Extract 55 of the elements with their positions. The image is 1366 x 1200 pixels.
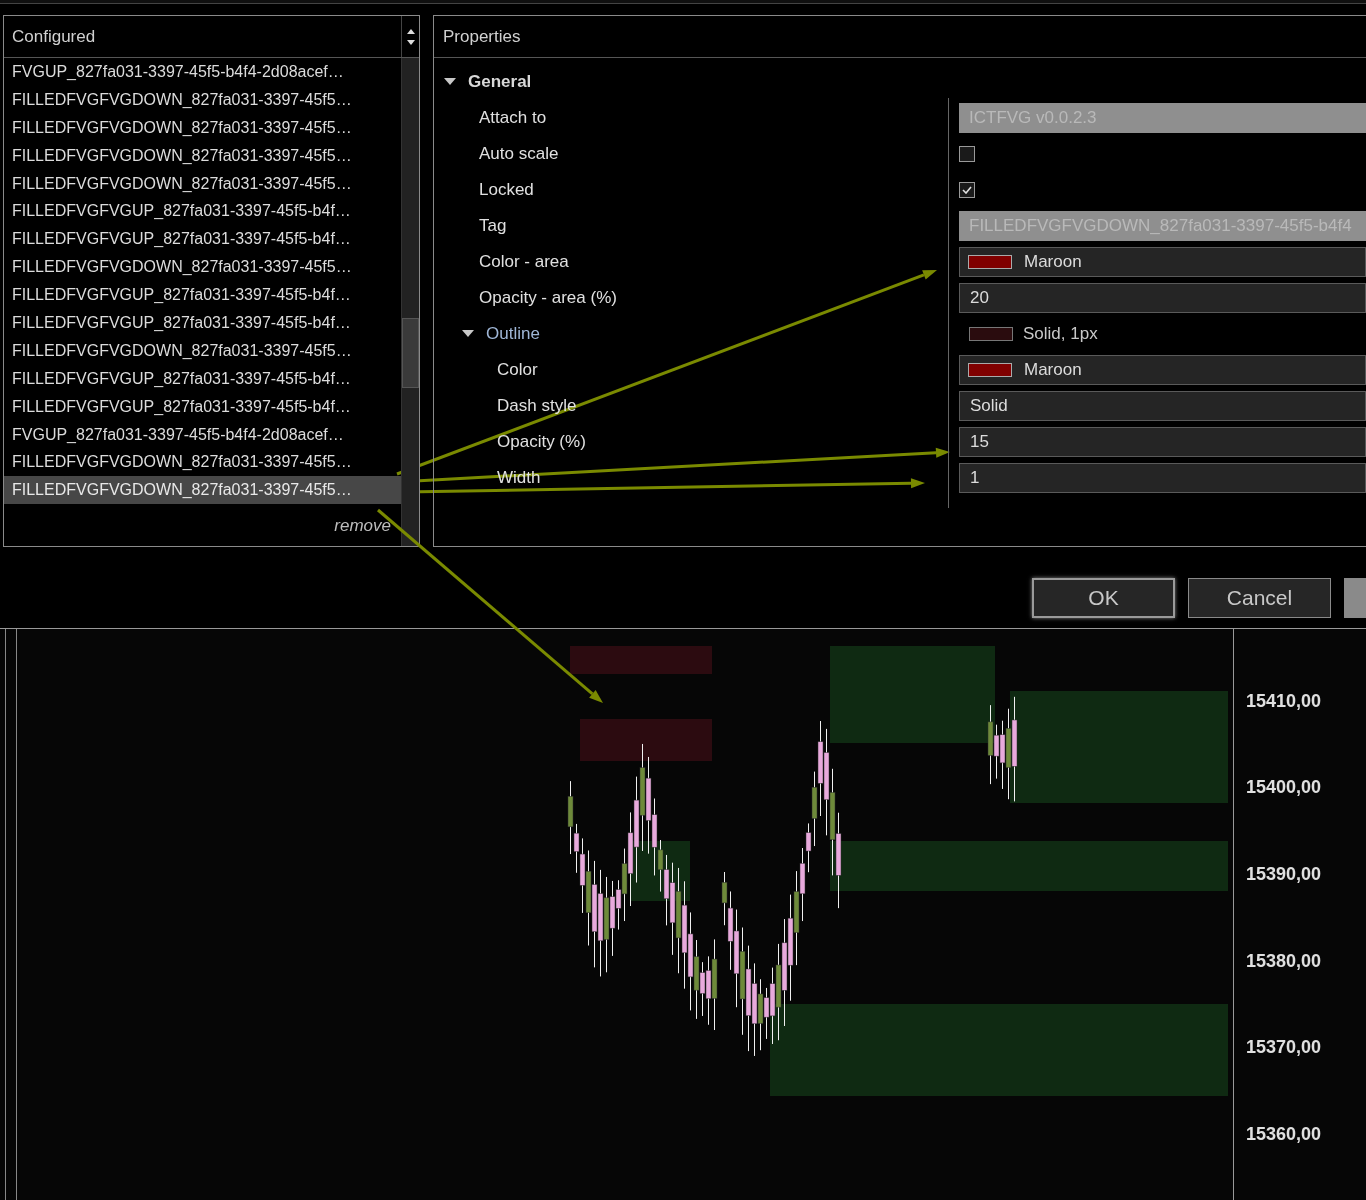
list-item[interactable]: FILLEDFVGFVGDOWN_827fa031-3397-45f5… xyxy=(4,169,401,198)
color-name: Maroon xyxy=(1024,359,1082,382)
dialog-button[interactable]: Cancel xyxy=(1188,578,1331,618)
list-item[interactable]: FILLEDFVGFVGDOWN_827fa031-3397-45f5… xyxy=(4,253,401,282)
list-item[interactable]: FILLEDFVGFVGDOWN_827fa031-3397-45f5… xyxy=(4,85,401,114)
value-field[interactable]: 20 xyxy=(959,283,1366,313)
list-item[interactable]: FVGUP_827fa031-3397-45f5-b4f4-2d08acef… xyxy=(4,58,401,86)
price-label: 15380,00 xyxy=(1246,949,1323,973)
price-label: 15370,00 xyxy=(1246,1036,1323,1060)
scroll-up-icon[interactable] xyxy=(406,28,415,34)
list-item[interactable]: FILLEDFVGFVGDOWN_827fa031-3397-45f5… xyxy=(4,336,401,365)
list-item[interactable]: FILLEDFVGFVGUP_827fa031-3397-45f5-b4f… xyxy=(4,281,401,309)
list-item[interactable]: FILLEDFVGFVGUP_827fa031-3397-45f5-b4f… xyxy=(4,309,401,337)
list-item[interactable]: FILLEDFVGFVGDOWN_827fa031-3397-45f5… xyxy=(4,141,401,170)
list-item[interactable]: FVGUP_827fa031-3397-45f5-b4f4-2d08acef… xyxy=(4,420,401,449)
expanded-triangle-icon[interactable] xyxy=(444,78,456,86)
list-item[interactable]: FILLEDFVGFVGUP_827fa031-3397-45f5-b4f… xyxy=(4,392,401,421)
properties-header: Properties xyxy=(434,16,1366,58)
color-dropdown[interactable]: Maroon xyxy=(959,355,1366,385)
price-label: 15390,00 xyxy=(1246,863,1323,886)
remove-link[interactable]: remove xyxy=(334,512,391,538)
list-item[interactable]: FILLEDFVGFVGDOWN_827fa031-3397-45f5… xyxy=(4,448,401,477)
checkbox[interactable] xyxy=(959,182,975,198)
scrollbar-thumb[interactable] xyxy=(402,318,419,388)
list-item[interactable]: FILLEDFVGFVGDOWN_827fa031-3397-45f5… xyxy=(4,476,401,505)
list-item[interactable]: FILLEDFVGFVGUP_827fa031-3397-45f5-b4f… xyxy=(4,197,401,226)
checkmark-icon xyxy=(962,186,972,194)
dialog-button[interactable]: OK xyxy=(1032,578,1175,618)
property-label: Opacity - area (%) xyxy=(479,287,617,310)
value-field[interactable]: 15 xyxy=(959,427,1366,457)
color-dropdown[interactable]: Maroon xyxy=(959,247,1366,277)
property-label: Locked xyxy=(479,179,534,202)
property-label: Opacity (%) xyxy=(497,431,586,454)
expanded-triangle-icon[interactable] xyxy=(462,330,474,338)
price-label: 15400,00 xyxy=(1246,776,1323,800)
list-item[interactable]: FILLEDFVGFVGUP_827fa031-3397-45f5-b4f… xyxy=(4,364,401,393)
property-label: Tag xyxy=(479,215,507,238)
property-label: Dash style xyxy=(497,395,577,418)
price-label: 15410,00 xyxy=(1246,689,1323,713)
value-field[interactable]: Solid xyxy=(959,391,1366,421)
color-name: Maroon xyxy=(1024,251,1082,274)
price-label: 15360,00 xyxy=(1246,1122,1323,1146)
list-item[interactable]: FILLEDFVGFVGUP_827fa031-3397-45f5-b4f… xyxy=(4,225,401,254)
group-label: General xyxy=(468,71,532,94)
scroll-down-icon[interactable] xyxy=(406,39,415,45)
property-label: Auto scale xyxy=(479,143,559,166)
value-field[interactable]: 1 xyxy=(959,463,1366,493)
list-item[interactable]: FILLEDFVGFVGDOWN_827fa031-3397-45f5… xyxy=(4,113,401,142)
group-label: Outline xyxy=(486,323,540,346)
outline-summary: Solid, 1px xyxy=(1023,323,1098,346)
list-header: Configured xyxy=(11,25,97,48)
checkbox[interactable] xyxy=(959,146,975,162)
property-label: Color - area xyxy=(479,251,569,274)
property-label: Attach to xyxy=(479,107,547,130)
property-label: Color xyxy=(497,359,538,382)
